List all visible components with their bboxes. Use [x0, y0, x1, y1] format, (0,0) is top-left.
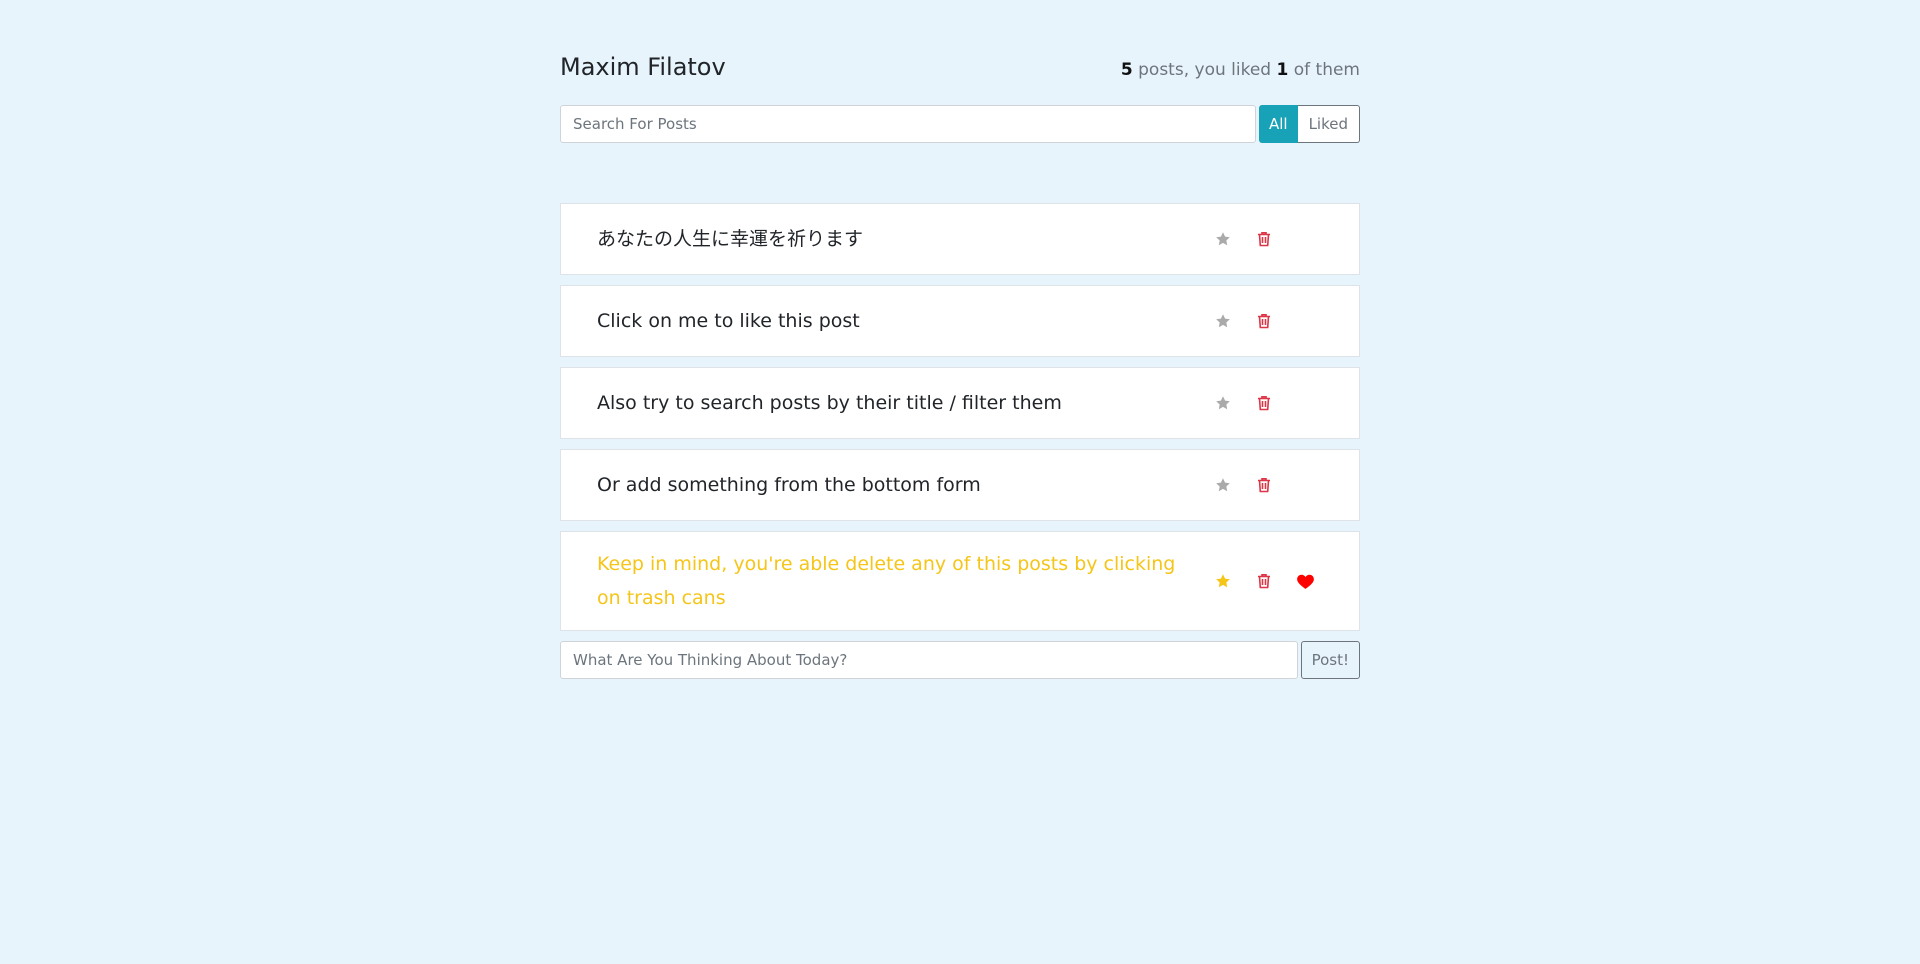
post-label[interactable]: Or add something from the bottom form [597, 468, 1213, 502]
liked-posts-count: 1 [1276, 60, 1289, 80]
heart-icon [1295, 571, 1315, 591]
post-item: Keep in mind, you're able delete any of … [560, 531, 1360, 631]
app-header: Maxim Filatov 5 posts, you liked 1 of th… [560, 50, 1360, 84]
trash-icon[interactable] [1254, 393, 1274, 413]
trash-icon[interactable] [1254, 571, 1274, 591]
filter-all-button[interactable]: All [1258, 105, 1298, 143]
search-input[interactable] [560, 105, 1256, 143]
post-label[interactable]: Click on me to like this post [597, 304, 1213, 338]
post-label[interactable]: あなたの人生に幸運を祈ります [597, 222, 1213, 256]
post-item: Or add something from the bottom form [560, 449, 1360, 521]
post-submit-button[interactable]: Post! [1300, 641, 1360, 679]
post-item: Click on me to like this post [560, 285, 1360, 357]
page-title: Maxim Filatov [560, 53, 726, 81]
post-list: あなたの人生に幸運を祈ります Click on me to like this p… [560, 203, 1360, 631]
post-stats: 5 posts, you liked 1 of them [1121, 57, 1360, 84]
stats-posts-text: posts, you liked [1132, 60, 1277, 80]
trash-icon[interactable] [1254, 311, 1274, 331]
post-item: あなたの人生に幸運を祈ります [560, 203, 1360, 275]
post-status-filter: All Liked [1258, 105, 1360, 143]
post-actions [1213, 571, 1323, 591]
app-container: Maxim Filatov 5 posts, you liked 1 of th… [560, 50, 1360, 679]
star-icon[interactable] [1213, 571, 1233, 591]
star-icon[interactable] [1213, 393, 1233, 413]
stats-of-them-text: of them [1288, 60, 1360, 80]
star-icon[interactable] [1213, 475, 1233, 495]
post-label[interactable]: Keep in mind, you're able delete any of … [597, 547, 1213, 615]
search-panel: All Liked [560, 105, 1360, 143]
trash-icon[interactable] [1254, 475, 1274, 495]
post-actions [1213, 311, 1323, 331]
star-icon[interactable] [1213, 311, 1233, 331]
star-icon[interactable] [1213, 229, 1233, 249]
post-label[interactable]: Also try to search posts by their title … [597, 386, 1213, 420]
total-posts-count: 5 [1120, 60, 1133, 80]
trash-icon[interactable] [1254, 229, 1274, 249]
post-actions [1213, 393, 1323, 413]
post-actions [1213, 475, 1323, 495]
new-post-input[interactable] [560, 641, 1298, 679]
post-add-form: Post! [560, 641, 1360, 679]
post-item: Also try to search posts by their title … [560, 367, 1360, 439]
filter-liked-button[interactable]: Liked [1297, 105, 1360, 143]
post-actions [1213, 229, 1323, 249]
